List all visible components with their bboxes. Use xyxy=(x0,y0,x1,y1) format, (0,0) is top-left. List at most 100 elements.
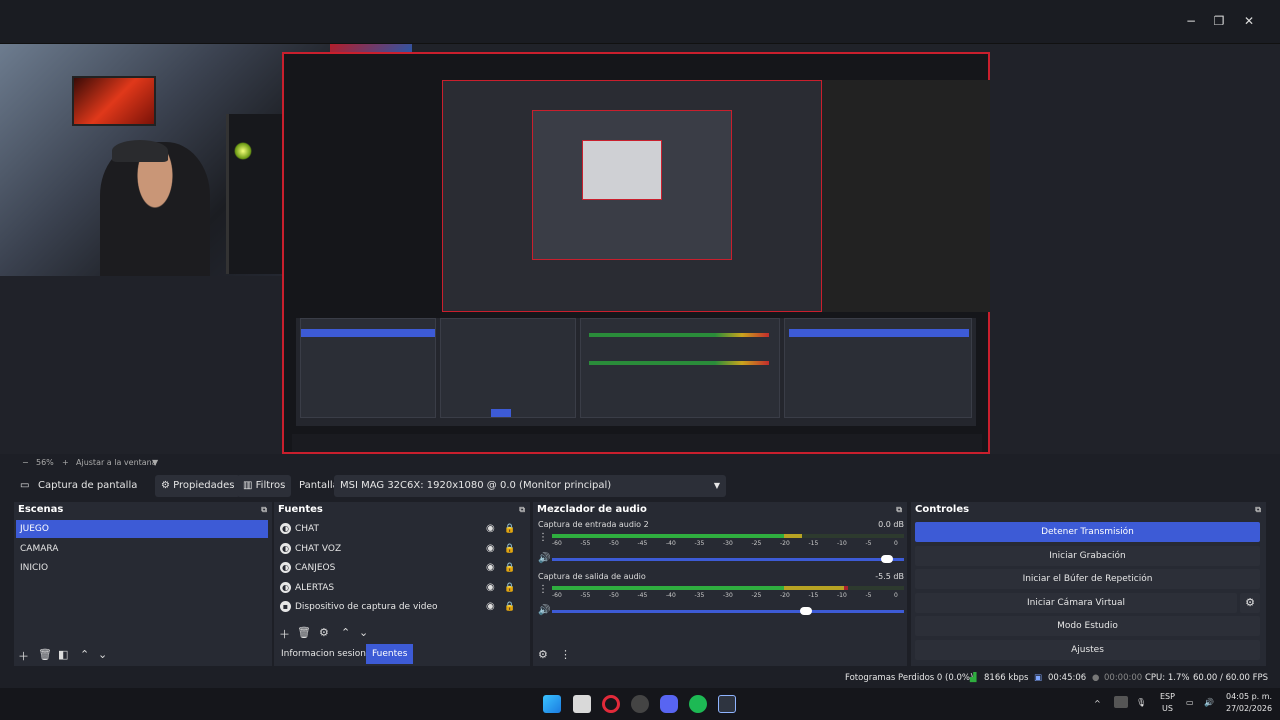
volume-icon[interactable]: 🔊 xyxy=(1204,697,1214,709)
tick-label: -15 xyxy=(808,540,819,547)
channel-menu-icon[interactable]: ⋮ xyxy=(538,584,548,595)
mic-icon[interactable]: 🎙 xyxy=(1136,697,1146,709)
visibility-eye-icon[interactable]: ◉ xyxy=(486,579,495,597)
visibility-eye-icon[interactable]: ◉ xyxy=(486,540,495,558)
filters-button[interactable]: ▥ Filtros xyxy=(237,475,292,497)
source-item[interactable]: ◐ CHAT VOZ ◉ 🔒 xyxy=(278,540,518,558)
control-button[interactable]: Iniciar Cámara Virtual xyxy=(915,592,1237,613)
tray-app-icon[interactable] xyxy=(1114,696,1128,708)
lock-icon[interactable]: 🔒 xyxy=(504,559,515,577)
visibility-eye-icon[interactable]: ◉ xyxy=(486,520,495,538)
file-explorer-icon[interactable] xyxy=(573,695,591,713)
channel-menu-icon[interactable]: ⋮ xyxy=(538,532,548,543)
nested-preview xyxy=(442,80,990,312)
control-button[interactable]: Iniciar el Búfer de Repetición xyxy=(915,569,1260,589)
volume-knob[interactable] xyxy=(881,555,894,563)
tick-label: -5 xyxy=(865,592,872,599)
minimize-button[interactable]: − xyxy=(1182,12,1200,30)
meter-red xyxy=(844,586,848,590)
start-icon[interactable] xyxy=(543,695,561,713)
restore-button[interactable]: ❐ xyxy=(1210,12,1228,30)
stream-icon: ▣ xyxy=(1034,673,1043,683)
remove-scene-icon[interactable]: 🗑 xyxy=(38,648,52,661)
source-item[interactable]: ◐ ALERTAS ◉ 🔒 xyxy=(278,579,518,597)
source-item[interactable]: ◐ CHAT ◉ 🔒 xyxy=(278,520,518,538)
control-button[interactable]: Ajustes xyxy=(915,639,1260,660)
properties-button[interactable]: ⚙ Propiedades xyxy=(155,475,241,497)
screen-select-value: MSI MAG 32C6X: 1920x1080 @ 0.0 (Monitor … xyxy=(340,480,612,491)
language-indicator[interactable]: ESP US xyxy=(1160,691,1175,715)
visibility-eye-icon[interactable]: ◉ xyxy=(486,598,495,616)
preview-canvas[interactable] xyxy=(0,44,1280,454)
tick-label: -60 xyxy=(552,540,562,547)
nested-mixer xyxy=(580,318,780,418)
tab-session-info[interactable]: Informacion sesion xyxy=(275,644,372,664)
fit-dropdown-caret[interactable]: ▼ xyxy=(152,458,158,467)
clock[interactable]: 04:05 p. m. 27/02/2026 xyxy=(1226,691,1272,715)
volume-slider[interactable] xyxy=(552,607,904,615)
tick-label: -35 xyxy=(694,592,705,599)
channel-db: 0.0 dB xyxy=(878,520,904,529)
zoom-out-button[interactable]: − xyxy=(22,458,29,467)
current-source-label: Captura de pantalla xyxy=(38,480,138,491)
obs-icon[interactable] xyxy=(631,695,649,713)
advanced-audio-icon[interactable]: ⚙ xyxy=(538,648,548,661)
source-item[interactable]: ◐ CANJEOS ◉ 🔒 xyxy=(278,559,518,577)
source-item[interactable]: ▪ Dispositivo de captura de video ◉ 🔒 xyxy=(278,598,518,616)
more-options-icon[interactable]: ⋮ xyxy=(560,648,571,661)
record-icon: ● xyxy=(1092,673,1100,683)
screen-select[interactable]: MSI MAG 32C6X: 1920x1080 @ 0.0 (Monitor … xyxy=(334,475,726,497)
properties-label: Propiedades xyxy=(173,480,235,491)
lock-icon[interactable]: 🔒 xyxy=(504,520,515,538)
speaker-icon[interactable]: 🔊 xyxy=(538,605,550,616)
display-capture-source[interactable] xyxy=(282,52,990,454)
close-button[interactable]: ✕ xyxy=(1240,12,1258,30)
level-meter xyxy=(552,586,904,590)
control-button[interactable]: Iniciar Grabación xyxy=(915,545,1260,566)
tab-sources[interactable]: Fuentes xyxy=(366,644,414,664)
tray-overflow-icon[interactable]: ^ xyxy=(1094,698,1101,710)
fit-to-window[interactable]: Ajustar a la ventana xyxy=(76,458,157,467)
undock-icon[interactable]: ⧉ xyxy=(261,502,267,518)
source-settings-icon[interactable]: ⚙ xyxy=(319,626,329,639)
opera-icon[interactable] xyxy=(602,695,620,713)
cap xyxy=(112,140,168,162)
move-up-icon[interactable]: ⌃ xyxy=(341,626,350,639)
lock-icon[interactable]: 🔒 xyxy=(504,540,515,558)
move-up-icon[interactable]: ⌃ xyxy=(80,648,89,661)
spotify-icon[interactable] xyxy=(689,695,707,713)
undock-icon[interactable]: ⧉ xyxy=(519,502,525,518)
cpu-usage: CPU: 1.7% xyxy=(1145,673,1190,683)
speaker-icon[interactable]: 🔊 xyxy=(538,553,550,564)
wall-art xyxy=(72,76,156,126)
tick-label: -20 xyxy=(780,540,790,547)
app-icon[interactable] xyxy=(718,695,736,713)
tick-label: -50 xyxy=(609,540,619,547)
nested-scenes xyxy=(300,318,436,418)
virtual-camera-settings-icon[interactable]: ⚙ xyxy=(1240,592,1260,613)
volume-knob[interactable] xyxy=(800,607,813,615)
scene-filters-icon[interactable]: ◧ xyxy=(58,648,68,661)
remove-source-icon[interactable]: 🗑 xyxy=(297,626,311,639)
discord-icon[interactable] xyxy=(660,695,678,713)
lock-icon[interactable]: 🔒 xyxy=(504,598,515,616)
move-down-icon[interactable]: ⌄ xyxy=(98,648,107,661)
scene-item[interactable]: CAMARA xyxy=(16,540,268,558)
scene-item[interactable]: JUEGO xyxy=(16,520,268,538)
control-button[interactable]: Detener Transmisión xyxy=(915,522,1260,542)
undock-icon[interactable]: ⧉ xyxy=(1255,502,1261,518)
meter-yellow xyxy=(784,586,845,590)
source-label: CANJEOS xyxy=(295,563,336,573)
undock-icon[interactable]: ⧉ xyxy=(896,502,902,518)
add-scene-icon[interactable]: ＋ xyxy=(18,648,29,664)
zoom-in-button[interactable]: + xyxy=(62,458,69,467)
add-source-icon[interactable]: ＋ xyxy=(279,626,290,642)
tick-label: -30 xyxy=(723,540,733,547)
move-down-icon[interactable]: ⌄ xyxy=(359,626,368,639)
lock-icon[interactable]: 🔒 xyxy=(504,579,515,597)
visibility-eye-icon[interactable]: ◉ xyxy=(486,559,495,577)
network-icon[interactable]: ▭ xyxy=(1186,697,1194,709)
scene-item[interactable]: INICIO xyxy=(16,559,268,577)
volume-slider[interactable] xyxy=(552,555,904,563)
control-button[interactable]: Modo Estudio xyxy=(915,616,1260,636)
